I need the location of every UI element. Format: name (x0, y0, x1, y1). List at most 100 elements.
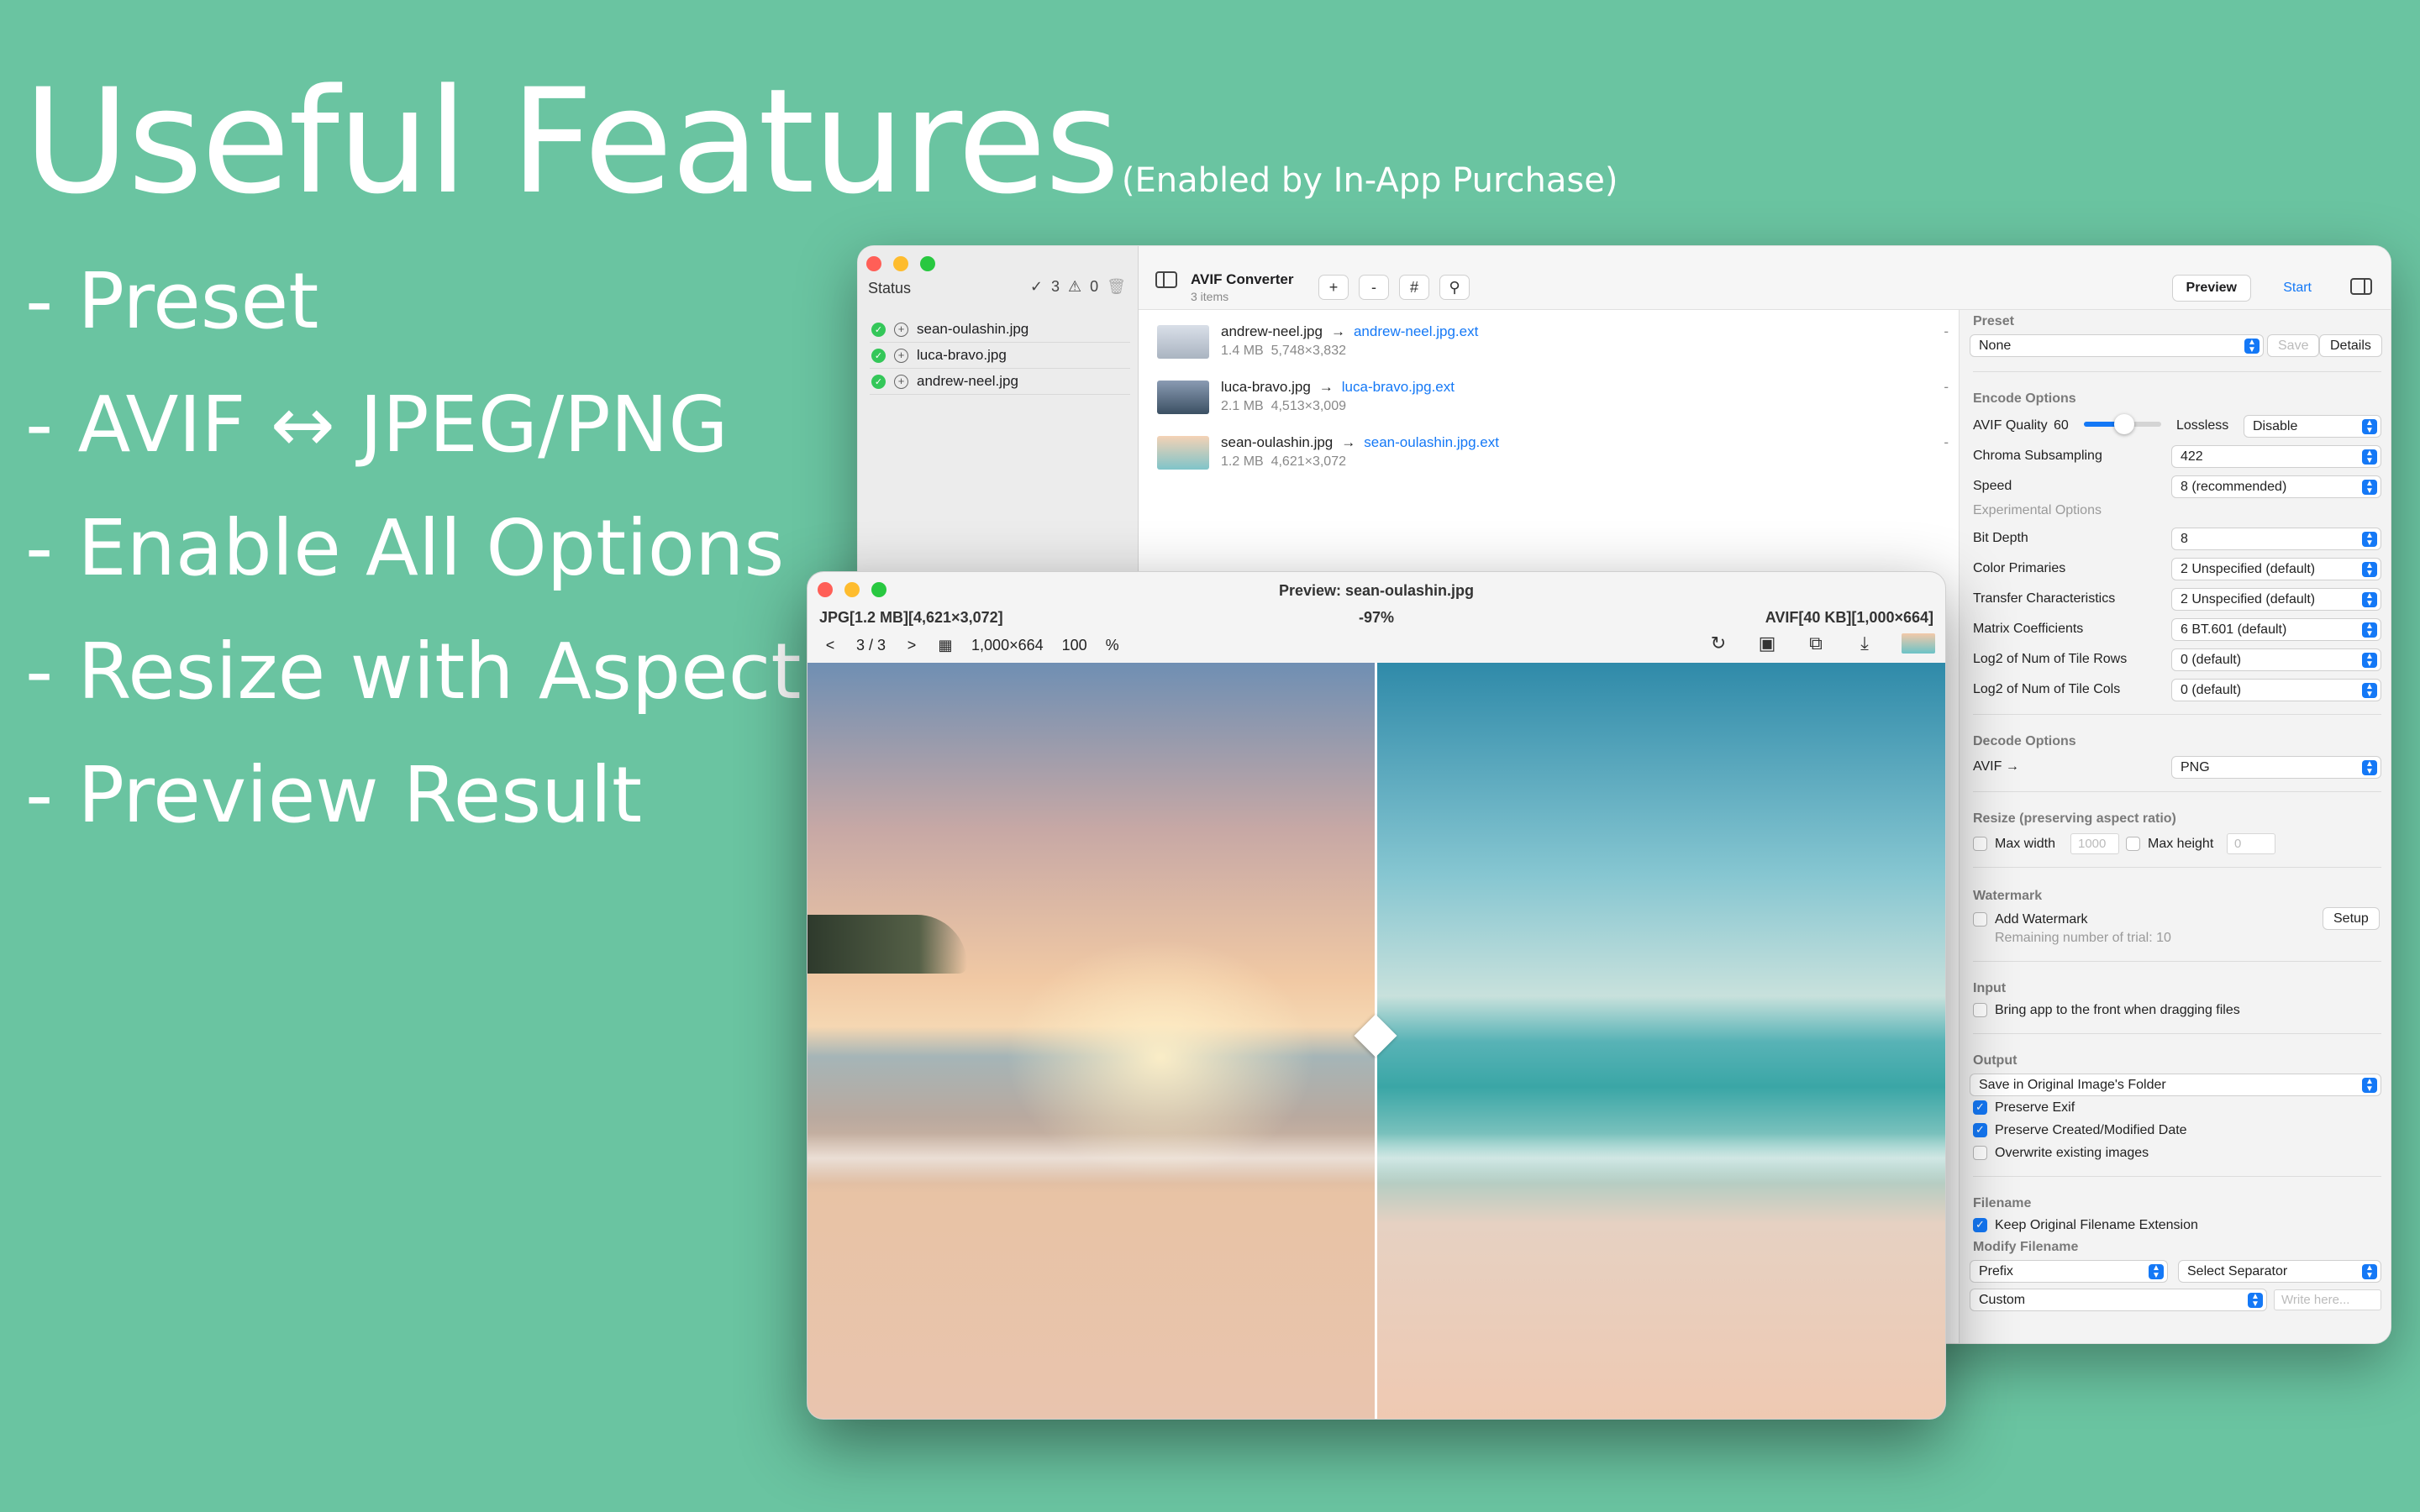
speed-select[interactable]: 8 (recommended) ▲ ▼ (2171, 475, 2381, 498)
divider (1973, 791, 2381, 792)
inspector-content: Preset None ▲ ▼ Save Details Encode Option… (1958, 309, 2391, 1342)
feature-item: - AVIF ↔ JPEG/PNG (25, 380, 729, 470)
converted-image (1376, 663, 1945, 1419)
file-row[interactable]: andrew-neel.jpg → andrew-neel.jpg.ext 1.4 … (1152, 313, 1955, 369)
max-height-checkbox[interactable] (2126, 837, 2140, 851)
document-icon[interactable]: ▦ (934, 634, 956, 656)
copy-icon[interactable]: ⧉ (1804, 633, 1828, 654)
tilerows-value: 0 (default) (2181, 652, 2242, 667)
close-button[interactable] (866, 256, 881, 271)
output-location-value: Save in Original Image's Folder (1979, 1077, 2166, 1092)
watermark-setup-button[interactable]: Setup (2323, 907, 2380, 930)
resize-heading: Resize (preserving aspect ratio) (1973, 811, 2176, 826)
add-button[interactable]: + (1318, 275, 1349, 300)
separator-select[interactable]: Select Separator ▲ ▼ (2178, 1260, 2381, 1283)
lossless-select[interactable]: Disable ▲ ▼ (2244, 415, 2381, 438)
comparison-image[interactable] (808, 663, 1945, 1419)
tilecols-select[interactable]: 0 (default) ▲ ▼ (2171, 679, 2381, 701)
separator-value: Select Separator (2187, 1263, 2288, 1278)
sidebar-item[interactable]: ✓ + sean-oulashin.jpg (870, 317, 1130, 343)
feature-item: - Preset (25, 256, 319, 346)
slider-knob[interactable] (2113, 414, 2134, 434)
minimize-button[interactable] (893, 256, 908, 271)
preset-value: None (1979, 338, 2012, 353)
file-row[interactable]: luca-bravo.jpg → luca-bravo.jpg.ext 2.1 MB… (1152, 369, 1955, 424)
custom-select[interactable]: Custom ▲ ▼ (1970, 1289, 2267, 1311)
preview-button[interactable]: Preview (2171, 275, 2251, 302)
preset-select[interactable]: None ▲ ▼ (1970, 334, 2264, 357)
chroma-select[interactable]: 422 ▲ ▼ (2171, 445, 2381, 468)
add-watermark-checkbox[interactable] (1973, 912, 1987, 927)
sidebar-toggle-icon[interactable] (1155, 271, 1177, 288)
file-row[interactable]: sean-oulashin.jpg → sean-oulashin.jpg.ext … (1152, 424, 1955, 480)
decode-heading: Decode Options (1973, 734, 2076, 748)
chevron-updown-icon: ▲ ▼ (2362, 683, 2377, 699)
save-preset-button[interactable]: Save (2267, 334, 2320, 357)
preview-tools: ↻ ▣ ⧉ ⤓ (1707, 633, 1935, 654)
remove-button[interactable]: - (1359, 275, 1389, 300)
keep-extension-checkbox[interactable] (1973, 1218, 1987, 1232)
file-thumbnail (1157, 325, 1209, 359)
decode-label: AVIF → (1973, 759, 2019, 774)
wave-foam (808, 1133, 1376, 1184)
chevron-updown-icon: ▲ ▼ (2362, 449, 2377, 465)
max-height-input[interactable]: 0 (2227, 833, 2275, 854)
watermark-heading: Watermark (1973, 889, 2043, 903)
preserve-date-checkbox[interactable] (1973, 1123, 1987, 1137)
details-button[interactable]: Details (2319, 334, 2382, 357)
custom-text-input[interactable]: Write here... (2274, 1289, 2381, 1310)
chevron-updown-icon: ▲ ▼ (2362, 480, 2377, 496)
avif-quality-slider[interactable] (2084, 414, 2161, 434)
trash-icon[interactable]: 🗑︎ (1107, 278, 1126, 296)
output-location-select[interactable]: Save in Original Image's Folder ▲ ▼ (1970, 1074, 2381, 1096)
rotate-icon[interactable]: ↻ (1707, 633, 1730, 654)
previous-button[interactable]: < (819, 634, 841, 656)
zoom-value[interactable]: 100 (1059, 637, 1091, 654)
chevron-updown-icon: ▲ ▼ (2362, 419, 2377, 435)
decode-select[interactable]: PNG ▲ ▼ (2171, 756, 2381, 779)
sidebar-item-label: sean-oulashin.jpg (917, 321, 1029, 337)
bitdepth-select[interactable]: 8 ▲ ▼ (2171, 528, 2381, 550)
toolbar-buttons: + - # ⚲ (1318, 275, 1470, 300)
image-compare-icon[interactable]: ▣ (1755, 633, 1779, 654)
chevron-updown-icon: ▲ ▼ (2362, 653, 2377, 669)
preserve-exif-checkbox[interactable] (1973, 1100, 1987, 1115)
item-count: 3 items (1191, 290, 1229, 303)
inspector-toggle-icon[interactable] (2350, 278, 2372, 295)
file-status: - (1944, 434, 1949, 450)
prefix-select[interactable]: Prefix ▲ ▼ (1970, 1260, 2168, 1283)
next-button[interactable]: > (901, 634, 923, 656)
download-icon[interactable]: ⤓ (1853, 633, 1876, 654)
chevron-updown-icon: ▲ ▼ (2244, 339, 2260, 354)
encode-heading: Encode Options (1973, 391, 2076, 406)
start-button[interactable]: Start (2273, 275, 2322, 302)
prefix-value: Prefix (1979, 1263, 2013, 1278)
zoom-button[interactable] (920, 256, 935, 271)
transfer-select[interactable]: 2 Unspecified (default) ▲ ▼ (2171, 588, 2381, 611)
preserve-exif-label: Preserve Exif (1995, 1100, 2075, 1115)
chevron-updown-icon: ▲ ▼ (2362, 622, 2377, 638)
palm-trees (808, 915, 967, 974)
feature-list: - Preset - AVIF ↔ JPEG/PNG - Enable All … (25, 252, 801, 869)
divider (1973, 867, 2381, 868)
sidebar-item[interactable]: ✓ + luca-bravo.jpg (870, 343, 1130, 369)
primaries-select[interactable]: 2 Unspecified (default) ▲ ▼ (2171, 558, 2381, 580)
overwrite-checkbox[interactable] (1973, 1146, 1987, 1160)
search-icon[interactable]: ⚲ (1439, 275, 1470, 300)
number-button[interactable]: # (1399, 275, 1429, 300)
tilerows-select[interactable]: 0 (default) ▲ ▼ (2171, 648, 2381, 671)
chroma-value: 422 (2181, 449, 2203, 464)
add-watermark-label: Add Watermark (1995, 912, 2088, 927)
image-thumbnail-icon[interactable] (1902, 633, 1935, 654)
bring-front-checkbox[interactable] (1973, 1003, 1987, 1017)
matrix-select[interactable]: 6 BT.601 (default) ▲ ▼ (2171, 618, 2381, 641)
max-width-checkbox[interactable] (1973, 837, 1987, 851)
output-name: luca-bravo.jpg.ext (1341, 379, 1455, 395)
file-status: - (1944, 379, 1949, 395)
max-width-input[interactable]: 1000 (2070, 833, 2119, 854)
sidebar-item[interactable]: ✓ + andrew-neel.jpg (870, 369, 1130, 395)
sidebar-status-label: Status (868, 280, 912, 297)
chevron-updown-icon: ▲ ▼ (2149, 1264, 2164, 1280)
max-height-label: Max height (2148, 837, 2214, 851)
wave-foam (1376, 1133, 1945, 1184)
